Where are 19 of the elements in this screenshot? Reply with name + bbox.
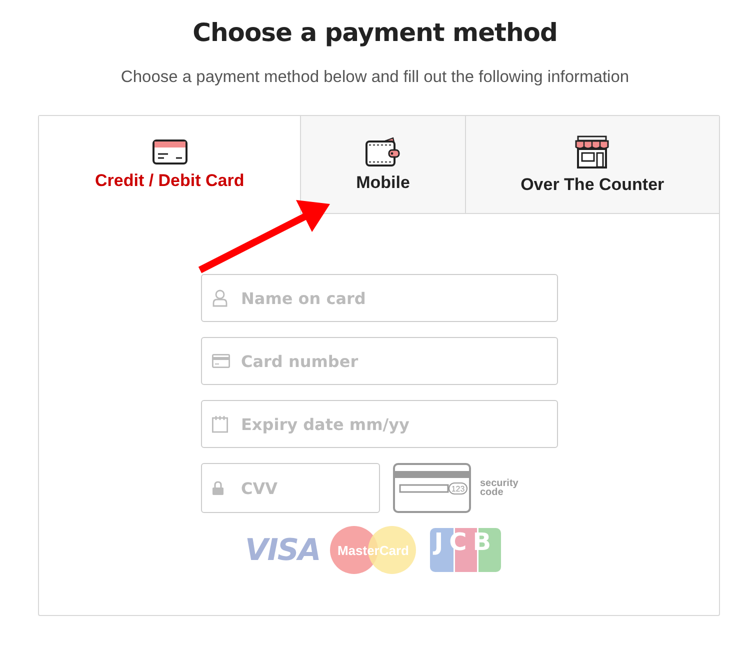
security-code-number: 123 [451, 484, 465, 494]
security-code-label: security code [480, 479, 520, 497]
calendar-icon [212, 415, 228, 433]
lock-icon [212, 480, 224, 496]
person-icon [212, 289, 228, 307]
payment-tab[interactable]: Over The Counter [464, 116, 719, 214]
cvv-field[interactable]: CVV [201, 463, 380, 513]
card-icon [212, 354, 230, 368]
page-title: Choose a payment method [192, 17, 558, 47]
credit-card-icon [152, 138, 188, 164]
visa-logo: VISA [245, 532, 320, 568]
input-field[interactable]: Name on card [201, 274, 558, 322]
wallet-icon [364, 136, 401, 166]
payment-tab[interactable]: Mobile [300, 116, 465, 214]
input-field[interactable]: Expiry date mm/yy [201, 400, 558, 448]
page-subtitle: Choose a payment method below and fill out the following information [120, 68, 630, 87]
store-icon [574, 134, 610, 168]
mastercard-logo: MasterCard [330, 526, 416, 574]
input-field[interactable]: Card number [201, 337, 558, 385]
